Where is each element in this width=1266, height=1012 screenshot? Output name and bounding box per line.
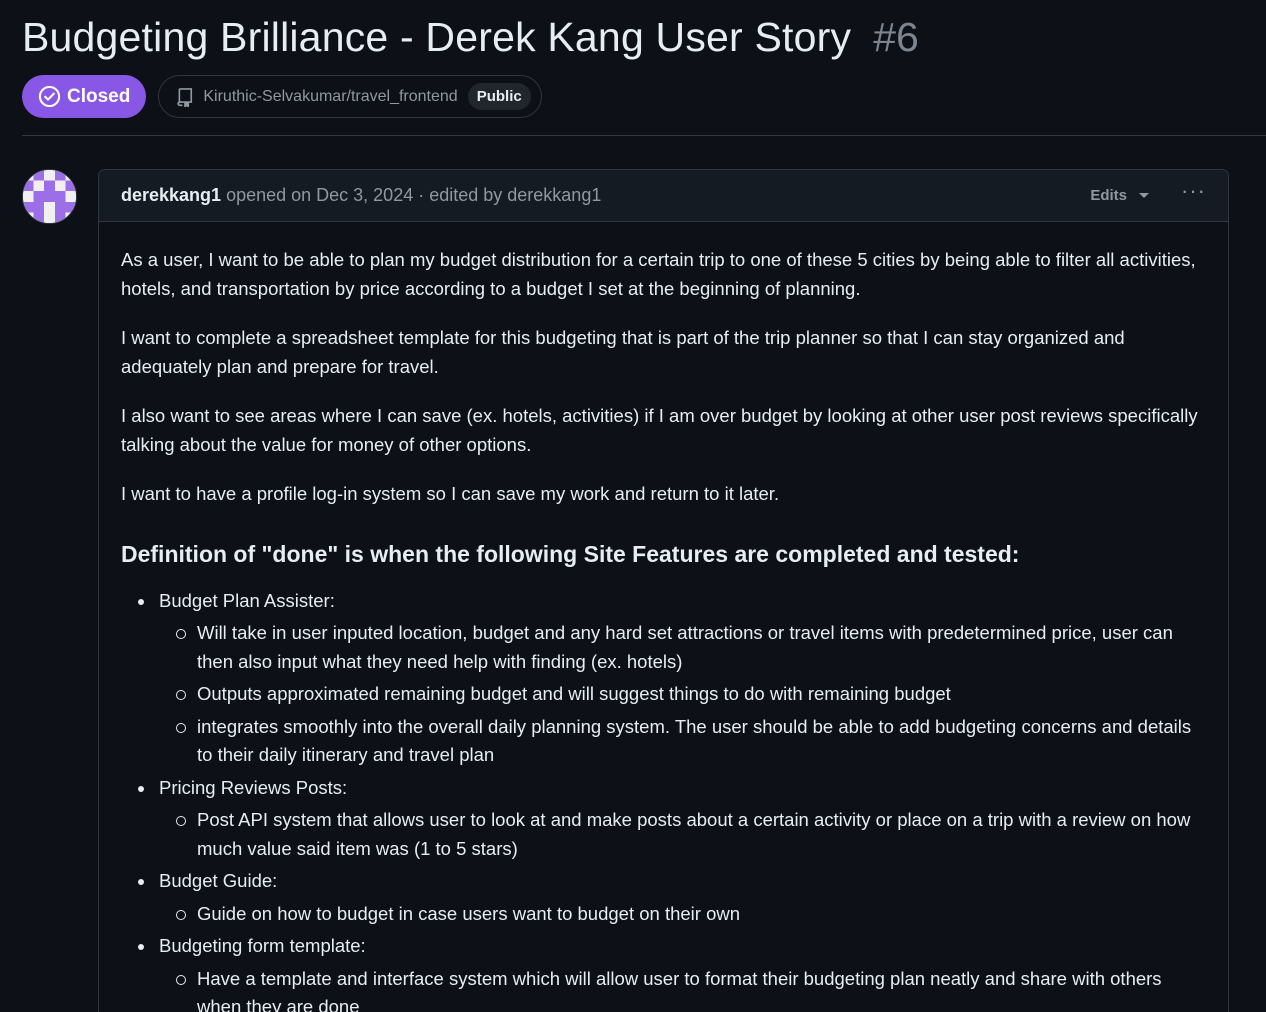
feature-sublist: Have a template and interface system whi… bbox=[159, 965, 1206, 1012]
feature-subitem: Will take in user inputed location, budg… bbox=[176, 619, 1206, 676]
comment-meta: opened on Dec 3, 2024 · edited by derekk… bbox=[226, 185, 602, 205]
feature-sublist: Guide on how to budget in case users wan… bbox=[159, 900, 1206, 929]
feature-subitem: Guide on how to budget in case users wan… bbox=[176, 900, 1206, 929]
identicon-image bbox=[23, 170, 76, 223]
feature-label: Budget Plan Assister: bbox=[159, 589, 335, 611]
feature-subitem: Have a template and interface system whi… bbox=[176, 965, 1206, 1012]
body-paragraph: I want to complete a spreadsheet templat… bbox=[121, 327, 1125, 377]
feature-sublist: Will take in user inputed location, budg… bbox=[159, 619, 1206, 770]
comment-body: As a user, I want to be able to plan my … bbox=[99, 222, 1228, 1012]
comment-author[interactable]: derekkang1 bbox=[121, 185, 221, 206]
body-paragraph: I also want to see areas where I can sav… bbox=[121, 405, 1198, 455]
issue-meta-row: Closed Kiruthic-Selvakumar/travel_fronte… bbox=[22, 75, 542, 118]
repo-icon bbox=[177, 87, 193, 107]
feature-item: Pricing Reviews Posts: Post API system t… bbox=[138, 774, 1206, 864]
edits-label: Edits bbox=[1090, 187, 1128, 204]
edits-dropdown[interactable]: Edits bbox=[1090, 187, 1150, 204]
feature-list: Budget Plan Assister: Will take in user … bbox=[121, 587, 1206, 1012]
feature-item: Budgeting form template: Have a template… bbox=[138, 932, 1206, 1012]
feature-item: Budget Guide: Guide on how to budget in … bbox=[138, 867, 1206, 929]
feature-label: Budgeting form template: bbox=[159, 935, 366, 956]
check-circle-icon bbox=[38, 85, 61, 108]
body-paragraph: As a user, I want to be able to plan my … bbox=[121, 249, 1196, 299]
definition-of-done-heading: Definition of "done" is when the followi… bbox=[121, 540, 1020, 567]
feature-sublist: Post API system that allows user to look… bbox=[159, 806, 1206, 863]
feature-subitem: integrates smoothly into the overall dai… bbox=[176, 713, 1206, 770]
kebab-menu-icon[interactable]: ··· bbox=[1181, 179, 1206, 202]
header-divider bbox=[22, 135, 1266, 136]
body-paragraph: I want to have a profile log-in system s… bbox=[121, 483, 780, 504]
feature-subitem: Outputs approximated remaining budget an… bbox=[176, 680, 1206, 709]
feature-item: Budget Plan Assister: Will take in user … bbox=[138, 587, 1206, 770]
feature-label: Pricing Reviews Posts: bbox=[159, 776, 348, 798]
issue-page: Budgeting Brilliance - Derek Kang User S… bbox=[0, 0, 1266, 1012]
issue-title: Budgeting Brilliance - Derek Kang User S… bbox=[22, 14, 852, 60]
chevron-down-icon bbox=[1139, 193, 1150, 198]
comment-header: derekkang1 opened on Dec 3, 2024 · edite… bbox=[99, 170, 1228, 222]
repo-link[interactable]: Kiruthic-Selvakumar/travel_frontend Publ… bbox=[158, 75, 542, 118]
issue-state-label: Closed bbox=[67, 85, 131, 107]
issue-state-badge: Closed bbox=[22, 75, 147, 118]
feature-label: Budget Guide: bbox=[159, 870, 278, 891]
avatar[interactable] bbox=[22, 169, 77, 224]
issue-comment: derekkang1 opened on Dec 3, 2024 · edite… bbox=[98, 169, 1229, 1012]
issue-number: #6 bbox=[873, 14, 919, 60]
repo-name[interactable]: Kiruthic-Selvakumar/travel_frontend bbox=[203, 88, 457, 106]
feature-subitem: Post API system that allows user to look… bbox=[176, 806, 1206, 863]
issue-title-row: Budgeting Brilliance - Derek Kang User S… bbox=[22, 14, 919, 61]
visibility-badge: Public bbox=[467, 83, 531, 110]
